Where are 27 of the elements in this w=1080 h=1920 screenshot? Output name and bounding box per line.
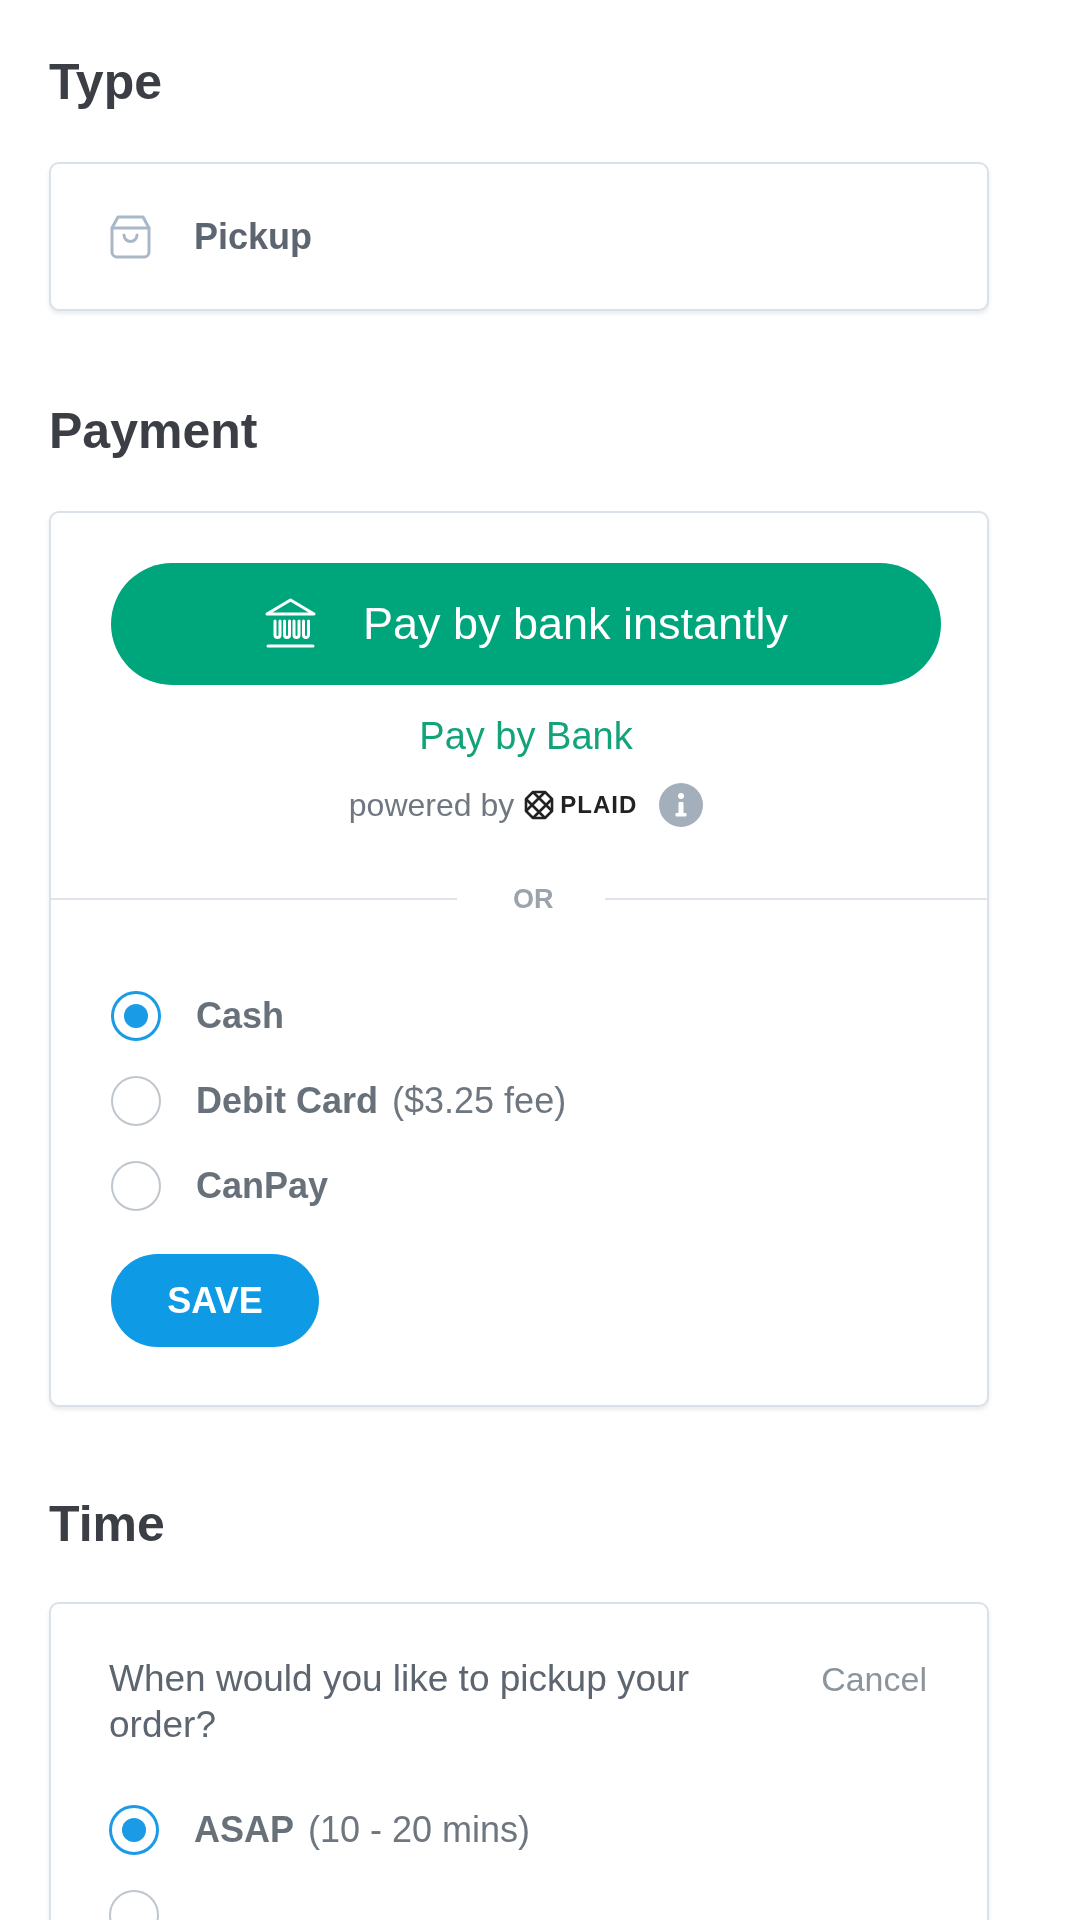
option-label[interactable]: ASAP — [194, 1809, 295, 1851]
option-note: (10 - 20 mins) — [308, 1809, 531, 1851]
bank-icon — [263, 598, 317, 650]
bag-icon — [109, 214, 152, 259]
pay-by-bank-link[interactable]: Pay by Bank — [419, 713, 633, 759]
save-button[interactable]: SAVE — [111, 1254, 319, 1347]
option-note: ($3.25 fee) — [392, 1080, 567, 1122]
radio-button[interactable] — [111, 1076, 161, 1126]
lattice-logo-icon — [524, 790, 555, 820]
cancel-link[interactable]: Cancel — [821, 1656, 927, 1702]
question-text: When would you like to pickup your order? — [109, 1657, 690, 1747]
type-card[interactable]: Pickup — [49, 162, 989, 311]
radio-button[interactable] — [111, 1161, 161, 1211]
divider-label: OR — [513, 883, 554, 915]
radio-button[interactable] — [109, 1805, 159, 1855]
option-label[interactable]: CanPay — [196, 1165, 329, 1207]
brand-wordmark: PLAID — [560, 791, 638, 819]
section-heading: Payment — [49, 402, 258, 461]
section-heading: Type — [49, 53, 162, 112]
type-label: Pickup — [194, 215, 313, 258]
info-icon[interactable] — [659, 783, 704, 827]
option-label[interactable]: Debit Card — [196, 1080, 379, 1122]
section-heading: Time — [49, 1495, 165, 1554]
powered-by-text: powered by — [348, 786, 515, 824]
pay-by-bank-button[interactable]: Pay by bank instantly — [111, 563, 941, 685]
radio-button[interactable] — [111, 991, 161, 1041]
option-label[interactable]: Cash — [196, 995, 285, 1037]
